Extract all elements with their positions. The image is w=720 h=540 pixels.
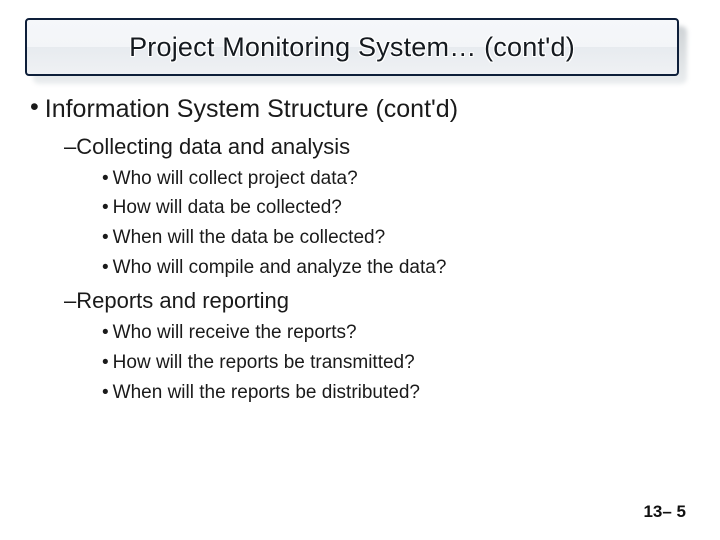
level3-item: • How will the reports be transmitted?: [102, 351, 690, 376]
level3-text: When will the reports be distributed?: [113, 381, 420, 406]
level2-item: –Reports and reporting: [64, 286, 690, 316]
level3-item: • Who will receive the reports?: [102, 321, 690, 346]
level1-text: Information System Structure (cont'd): [45, 94, 458, 124]
level2-text: –Reports and reporting: [64, 288, 289, 313]
level3-item: • Who will compile and analyze the data?: [102, 256, 690, 281]
level3-bullet-icon: •: [102, 167, 109, 191]
level3-text: How will the reports be transmitted?: [113, 351, 415, 376]
level3-text: When will the data be collected?: [113, 226, 386, 251]
slide-number: 13– 5: [643, 502, 686, 522]
level2-text: –Collecting data and analysis: [64, 134, 350, 159]
level1-bullet-icon: •: [30, 94, 39, 122]
level3-bullet-icon: •: [102, 196, 109, 220]
level3-bullet-icon: •: [102, 256, 109, 280]
slide-title: Project Monitoring System… (cont'd): [129, 32, 575, 63]
level3-bullet-icon: •: [102, 321, 109, 345]
level3-group: • Who will receive the reports? • How wi…: [102, 321, 690, 405]
level3-group: • Who will collect project data? • How w…: [102, 167, 690, 281]
level3-bullet-icon: •: [102, 351, 109, 375]
level3-text: Who will compile and analyze the data?: [113, 256, 447, 281]
level3-text: Who will collect project data?: [113, 167, 358, 192]
level3-item: • When will the reports be distributed?: [102, 381, 690, 406]
level3-bullet-icon: •: [102, 226, 109, 250]
level3-item: • When will the data be collected?: [102, 226, 690, 251]
level3-text: How will data be collected?: [113, 196, 342, 221]
level3-item: • Who will collect project data?: [102, 167, 690, 192]
level3-text: Who will receive the reports?: [113, 321, 357, 346]
level2-item: –Collecting data and analysis: [64, 132, 690, 162]
level3-bullet-icon: •: [102, 381, 109, 405]
level3-item: • How will data be collected?: [102, 196, 690, 221]
slide-title-container: Project Monitoring System… (cont'd): [25, 0, 695, 76]
slide-title-box: Project Monitoring System… (cont'd): [25, 18, 679, 76]
level1-item: • Information System Structure (cont'd): [30, 94, 690, 124]
slide-content: • Information System Structure (cont'd) …: [0, 76, 720, 405]
